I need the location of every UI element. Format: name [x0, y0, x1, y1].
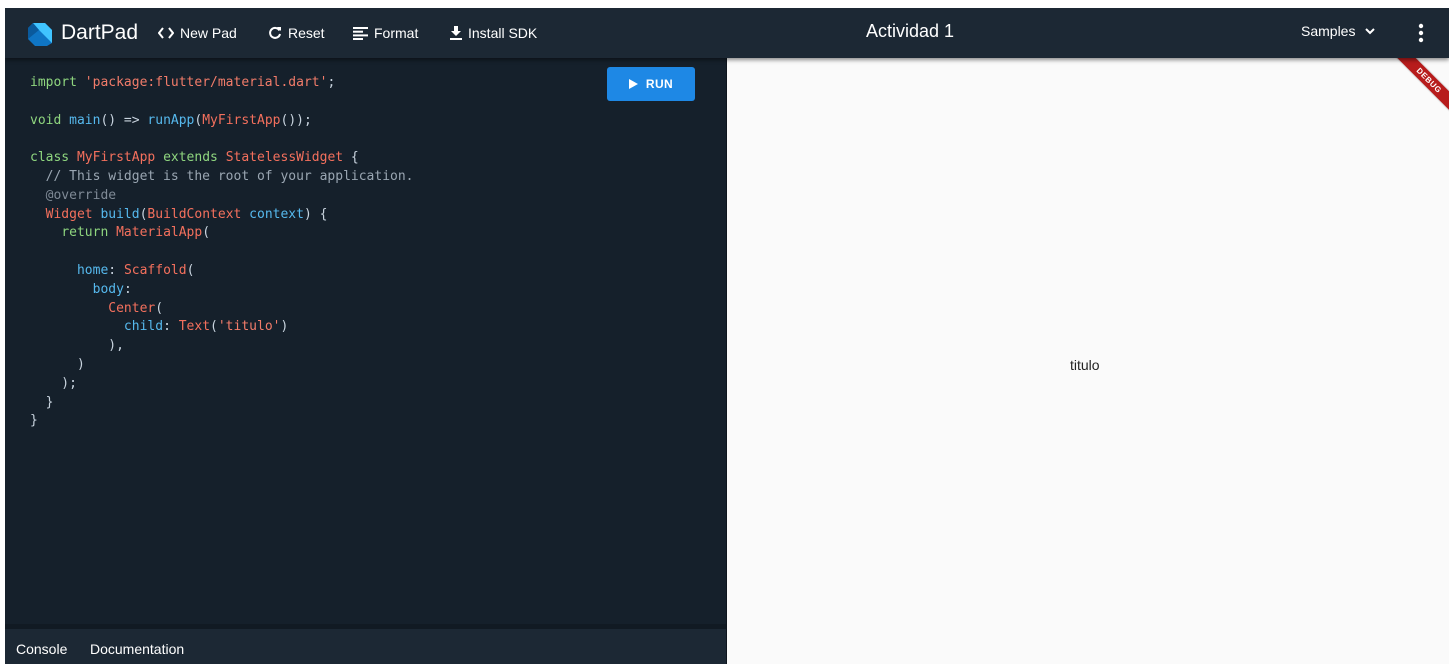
code-line: @override: [30, 187, 117, 203]
code-line: body:: [92, 281, 132, 297]
code-line: return MaterialApp(: [61, 225, 211, 241]
more-vert-icon[interactable]: [1413, 22, 1429, 44]
output-text: titulo: [1070, 357, 1100, 373]
code-line: }: [30, 394, 54, 410]
run-label: RUN: [645, 77, 674, 91]
new-pad-button[interactable]: New Pad: [158, 23, 237, 43]
samples-label: Samples: [1301, 23, 1356, 39]
code-line: class MyFirstApp extends StatelessWidget…: [30, 150, 359, 166]
code-line: ),: [30, 338, 124, 354]
code-line: void main() => runApp(MyFirstApp());: [30, 112, 312, 128]
top-toolbar: DartPad New Pad Reset Format Install SDK…: [5, 8, 1449, 58]
documentation-tab[interactable]: Documentation: [90, 641, 184, 657]
install-sdk-label: Install SDK: [468, 25, 538, 41]
code-line: Center(: [108, 300, 164, 316]
output-preview[interactable]: titulo DEBUG: [727, 58, 1449, 664]
code-line: child: Text('titulo'): [123, 319, 289, 335]
brand-name[interactable]: DartPad: [61, 20, 138, 46]
format-button[interactable]: Format: [353, 23, 418, 43]
reset-button[interactable]: Reset: [268, 23, 325, 43]
play-icon: [628, 79, 638, 89]
code-line: ): [30, 356, 85, 372]
chevron-down-icon: [1365, 27, 1376, 34]
console-tab[interactable]: Console: [16, 641, 67, 657]
debug-banner: DEBUG: [1389, 58, 1449, 121]
format-lines-icon: [353, 26, 368, 40]
code-editor[interactable]: import 'package:flutter/material.dart'; …: [5, 58, 726, 624]
refresh-icon: [269, 26, 281, 39]
code-line: Widget build(BuildContext context) {: [45, 206, 328, 222]
code-line: }: [30, 413, 38, 429]
new-pad-label: New Pad: [180, 25, 237, 41]
code-line: // This widget is the root of your appli…: [30, 168, 414, 184]
code-text[interactable]: import 'package:flutter/material.dart'; …: [30, 74, 414, 431]
download-icon: [450, 26, 462, 40]
run-button[interactable]: RUN: [607, 67, 695, 101]
pad-title[interactable]: Actividad 1: [866, 21, 954, 42]
code-line: import 'package:flutter/material.dart';: [30, 75, 336, 90]
bottom-panel-bar: Console Documentation: [5, 624, 726, 664]
code-brackets-icon: [158, 27, 174, 39]
code-line: home: Scaffold(: [76, 262, 195, 278]
dartpad-app: DartPad New Pad Reset Format Install SDK…: [5, 8, 1449, 664]
reset-label: Reset: [288, 25, 325, 41]
dart-logo-icon[interactable]: [27, 21, 53, 47]
samples-dropdown[interactable]: Samples: [1301, 23, 1376, 39]
code-line: );: [30, 375, 77, 391]
format-label: Format: [374, 25, 419, 41]
install-sdk-button[interactable]: Install SDK: [450, 23, 537, 43]
